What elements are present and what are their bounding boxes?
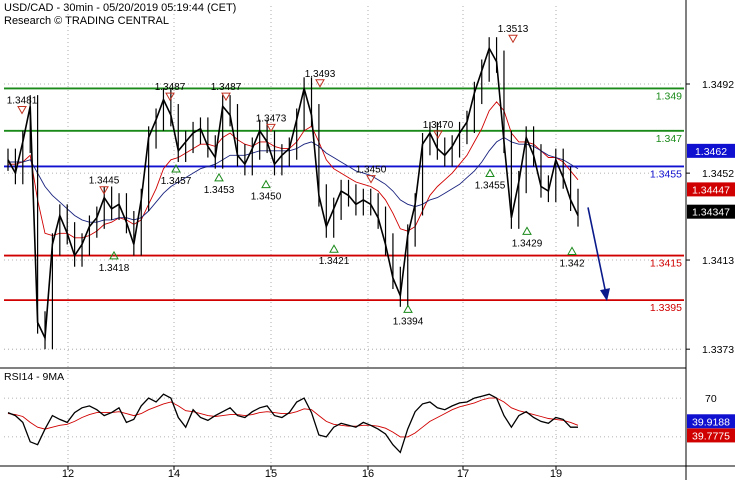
swing-low-label: 1.3429 — [512, 238, 543, 249]
swing-high-marker — [366, 175, 376, 184]
swing-high-label: 1.3487 — [211, 82, 242, 93]
forecast-arrow-shaft — [587, 207, 607, 295]
price-badge-label: 1.3462 — [695, 146, 727, 158]
x-tick-label: 15 — [265, 468, 277, 480]
y-tick-label: 1.3492 — [702, 79, 734, 91]
level-label: 1.3455 — [650, 168, 682, 180]
rsi-tick-label: 70 — [705, 393, 717, 405]
swing-low-label: 1.3453 — [204, 185, 235, 196]
rsi-line — [7, 393, 578, 454]
price-badge-label: 1.34447 — [692, 184, 730, 196]
swing-high-label: 1.3481 — [7, 96, 38, 107]
x-tick-label: 12 — [62, 468, 74, 480]
price-line — [7, 46, 579, 342]
swing-low-label: 1.3394 — [393, 316, 424, 327]
axes: 1.3492 1.3452 1.3413 1.3373 12 14 15 16 17 19 — [0, 0, 735, 480]
swing-low-label: 1.3450 — [251, 192, 282, 203]
level-label: 1.347 — [656, 133, 682, 145]
swing-low-label: 1.342 — [559, 258, 584, 269]
swing-low-label: 1.3457 — [161, 176, 192, 187]
rsi-title: RSI14 - 9MA — [4, 371, 64, 383]
forecast-arrow-head — [600, 288, 610, 302]
x-tick-label: 14 — [168, 468, 180, 480]
swing-high-label: 1.3493 — [305, 69, 336, 80]
swing-high-label: 1.3473 — [256, 113, 287, 124]
swing-low-label: 1.3421 — [319, 256, 350, 267]
price-badges: 1.3462 1.34447 1.34347 — [687, 143, 735, 219]
price-chart: 1.349 1.347 1.3455 1.3415 1.3395 1.3481 1.344… — [0, 0, 735, 480]
rsi-ma-line — [7, 397, 579, 438]
x-tick-label: 17 — [457, 468, 469, 480]
x-tick-label: 19 — [550, 468, 562, 480]
swing-low-marker — [214, 172, 224, 182]
grid — [4, 6, 684, 466]
swing-high-marker — [433, 130, 443, 140]
y-tick-label: 1.3373 — [702, 344, 734, 356]
swing-high-label: 1.3513 — [498, 24, 529, 35]
y-tick-label: 1.3413 — [702, 255, 734, 267]
swing-low-marker — [329, 244, 339, 253]
y-tick-label: 1.3452 — [702, 168, 734, 180]
swing-high-marker — [315, 79, 325, 88]
level-label: 1.3395 — [650, 302, 682, 314]
swing-high-label: 1.3445 — [89, 176, 120, 187]
price-badge-label: 1.34347 — [692, 207, 730, 219]
swing-high-label: 1.3470 — [423, 120, 454, 131]
swing-low-marker — [261, 179, 271, 189]
swing-high-marker — [17, 106, 27, 115]
swing-high-label: 1.3487 — [155, 82, 186, 93]
fast-ma-line — [8, 101, 579, 239]
rsi-badge-label: 39.7775 — [692, 430, 730, 442]
swing-high-marker — [165, 92, 175, 102]
swing-low-label: 1.3455 — [475, 180, 506, 191]
level-label: 1.349 — [656, 90, 682, 102]
x-tick-label: 16 — [362, 468, 374, 480]
rsi-badge-label: 39.9188 — [692, 416, 730, 428]
swing-low-label: 1.3418 — [99, 263, 130, 274]
swing-high-label: 1.3450 — [356, 165, 387, 176]
swing-high-marker — [508, 34, 518, 44]
swing-low-marker — [567, 246, 577, 255]
swing-low-marker — [522, 226, 532, 235]
rsi-panel: RSI14 - 9MA703039.918839.7775 — [4, 371, 735, 454]
level-label: 1.3415 — [650, 258, 682, 270]
swing-labels: 1.3481 1.3445 1.3487 1.3487 1.3473 1.3493 1.34… — [7, 24, 585, 327]
